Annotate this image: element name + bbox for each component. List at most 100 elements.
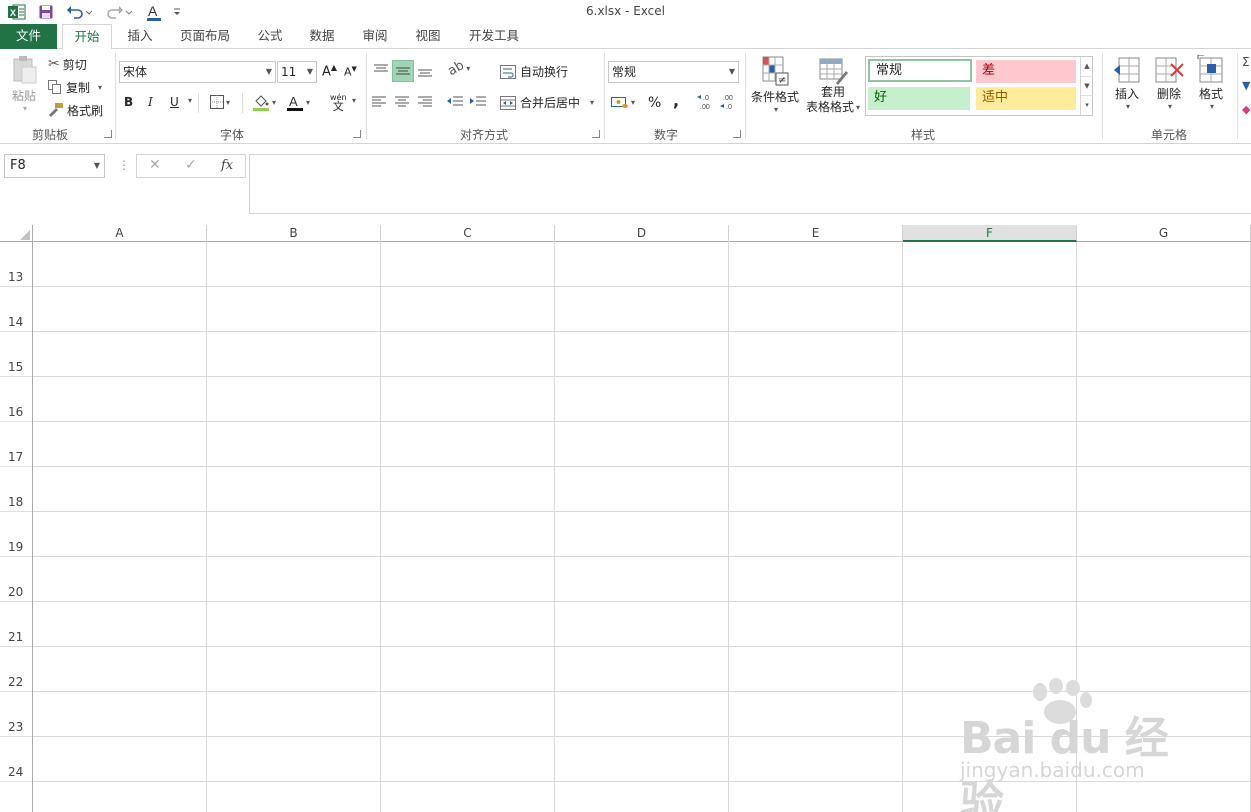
fill-icon[interactable]: ▼ [1242,79,1250,92]
border-button[interactable]: ▾ [210,95,230,109]
gallery-scroll-down-icon[interactable]: ▼ [1081,76,1093,95]
alignment-launcher-icon[interactable] [592,130,600,138]
underline-dropdown[interactable]: ▾ [186,96,192,105]
formula-input[interactable] [249,154,1251,214]
decrease-decimal-button[interactable]: .00.0 [720,93,740,111]
enter-icon[interactable]: ✓ [185,157,197,173]
tab-file[interactable]: 文件 [0,24,57,49]
chevron-down-icon[interactable]: ▾ [590,98,594,107]
font-launcher-icon[interactable] [353,130,361,138]
tab-page-layout[interactable]: 页面布局 [170,24,240,49]
phonetic-dropdown[interactable]: ▾ [350,96,356,105]
clipboard-launcher-icon[interactable] [104,130,112,138]
format-cells-button[interactable]: 格式 ▾ [1194,55,1228,111]
increase-font-button[interactable]: A▲ [322,63,337,79]
tab-home[interactable]: 开始 [62,24,112,50]
column-header-e[interactable]: E [729,225,903,242]
watermark-logo-text: Bai du 经验 [960,713,1169,812]
delete-cells-button[interactable]: 删除 ▾ [1152,55,1186,111]
row-header[interactable]: 19 [0,512,32,557]
row-header[interactable]: 21 [0,602,32,647]
cancel-icon[interactable]: ✕ [149,157,161,173]
font-name-combo[interactable]: 宋体 ▼ [119,61,276,83]
column-header-a[interactable]: A [33,225,207,242]
font-color-button[interactable]: A ▾ [286,93,310,111]
tab-insert[interactable]: 插入 [118,24,162,49]
row-header[interactable]: 15 [0,332,32,377]
row-header[interactable]: 24 [0,737,32,782]
select-all-corner[interactable] [0,225,33,242]
tab-review[interactable]: 审阅 [353,24,397,49]
gallery-more-icon[interactable]: ▾ [1081,95,1093,114]
row-header[interactable]: 20 [0,557,32,602]
bold-button[interactable]: B [124,95,133,109]
column-header-g[interactable]: G [1077,225,1251,242]
column-header-f[interactable]: F [903,225,1077,242]
row-header[interactable]: 14 [0,287,32,332]
font-size-combo[interactable]: 11 ▼ [277,61,317,83]
column-header-b[interactable]: B [207,225,381,242]
wrap-text-button[interactable]: 自动换行 [500,63,568,80]
window-title: 6.xlsx - Excel [586,4,665,18]
increase-indent-button[interactable] [470,95,486,107]
row-header[interactable]: 22 [0,647,32,692]
style-bad[interactable]: 差 [976,60,1076,83]
style-neutral[interactable]: 适中 [976,87,1076,110]
style-good[interactable]: 好 [868,87,970,110]
align-left-button[interactable] [372,95,386,107]
percent-button[interactable]: % [648,95,661,111]
fill-color-button[interactable]: ▾ [252,93,276,111]
wrap-text-label: 自动换行 [520,65,569,79]
align-right-button[interactable] [418,95,432,107]
align-bottom-button[interactable] [416,62,434,80]
svg-text:.00: .00 [700,104,710,111]
gridline [728,242,729,812]
align-middle-icon [396,67,410,75]
align-top-button[interactable] [372,61,390,79]
phonetic-button[interactable]: wén 文 [330,93,347,112]
row-header[interactable]: 13 [0,242,32,287]
row-header[interactable]: 23 [0,692,32,737]
font-size-value: 11 [281,65,297,79]
copy-button[interactable]: 复制 ▾ [48,78,102,96]
column-header-c[interactable]: C [381,225,555,242]
format-painter-button[interactable]: 格式刷 [48,101,103,119]
number-format-combo[interactable]: 常规 ▼ [608,61,739,83]
insert-cells-button[interactable]: 插入 ▾ [1110,55,1144,111]
format-as-table-button[interactable]: 套用 表格格式 ▾ [804,55,862,115]
gallery-scroll-up-icon[interactable]: ▲ [1081,57,1093,76]
paste-button[interactable]: 粘贴 ▾ [8,55,40,113]
comma-button[interactable]: , [673,91,679,110]
align-center-button[interactable] [395,95,409,107]
decrease-indent-button[interactable] [447,95,463,107]
name-box[interactable]: F8 ▼ [4,154,105,178]
autosum-icon[interactable]: Σ [1242,55,1250,69]
clear-icon[interactable]: ◆ [1242,103,1250,116]
italic-button[interactable]: I [148,95,153,109]
formula-bar-grip-icon[interactable]: ⋮ [118,158,130,172]
row-number: 22 [8,675,24,689]
svg-text:.0: .0 [726,104,732,111]
conditional-format-button[interactable]: ≠ 条件格式 ▾ [748,55,802,114]
tab-data[interactable]: 数据 [300,24,344,49]
merge-center-button[interactable]: 合并后居中 ▾ [500,94,594,111]
row-header[interactable]: 18 [0,467,32,512]
style-normal[interactable]: 常规 [868,59,972,82]
column-header-d[interactable]: D [555,225,729,242]
insert-function-icon[interactable]: fx [221,158,233,173]
tab-developer[interactable]: 开发工具 [460,24,528,49]
align-middle-button[interactable] [392,60,414,82]
tab-view[interactable]: 视图 [406,24,450,49]
accounting-button[interactable]: ▾ [611,95,635,109]
decrease-font-button[interactable]: A▼ [344,65,357,79]
cut-button[interactable]: ✂ 剪切 [48,55,87,73]
underline-button[interactable]: U [170,95,179,109]
delete-cells-icon [1155,57,1184,83]
row-header[interactable]: 17 [0,422,32,467]
number-launcher-icon[interactable] [733,130,741,138]
tab-formulas[interactable]: 公式 [248,24,292,49]
increase-decimal-button[interactable]: .0.00 [697,93,717,111]
orientation-button[interactable]: ab ▾ [445,58,470,79]
chevron-down-icon[interactable]: ▾ [98,83,102,92]
row-header[interactable]: 16 [0,377,32,422]
